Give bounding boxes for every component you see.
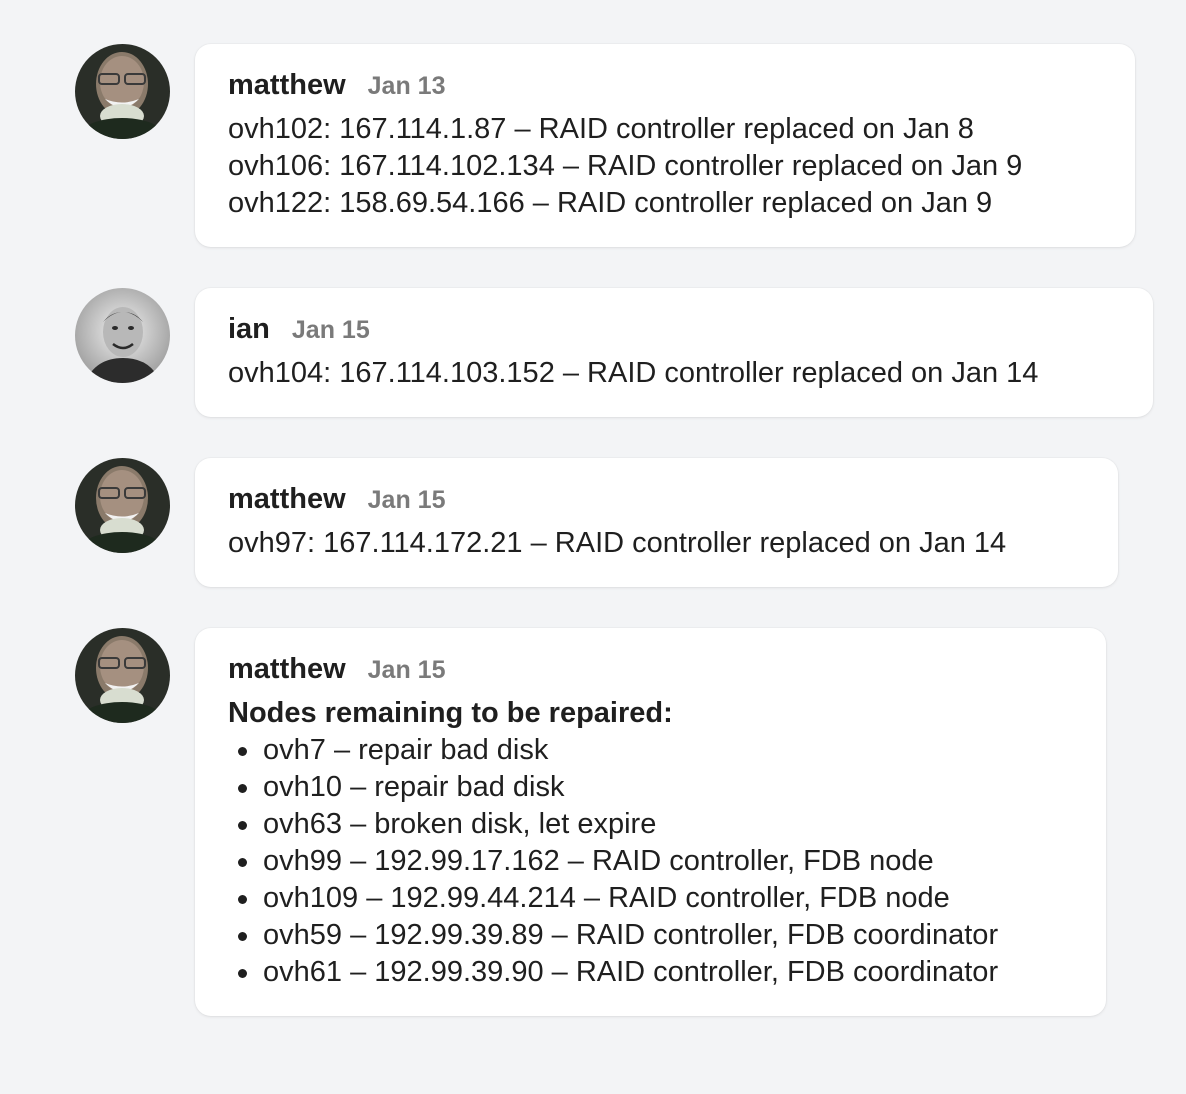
node-list: ovh7 – repair bad disk ovh10 – repair ba…: [228, 732, 1074, 991]
list-heading: Nodes remaining to be repaired:: [228, 697, 673, 729]
message-line: ovh122: 158.69.54.166 – RAID controller …: [228, 187, 993, 219]
timestamp[interactable]: Jan 15: [368, 486, 446, 515]
list-item-text: ovh7 – repair bad disk: [263, 734, 549, 766]
list-item: ovh10 – repair bad disk: [228, 769, 1074, 806]
list-item: ovh61 – 192.99.39.90 – RAID controller, …: [228, 954, 1074, 991]
list-item-text: ovh63 – broken disk, let expire: [263, 808, 657, 840]
message-header: ian Jan 15: [228, 313, 1121, 349]
bullet-icon: [238, 969, 247, 978]
bullet-icon: [238, 858, 247, 867]
message-line: ovh97: 167.114.172.21 – RAID controller …: [228, 527, 1007, 559]
bullet-icon: [238, 747, 247, 756]
list-item: ovh59 – 192.99.39.89 – RAID controller, …: [228, 917, 1074, 954]
matthew-avatar[interactable]: [75, 44, 170, 139]
message-header: matthew Jan 15: [228, 653, 1074, 689]
list-item: ovh63 – broken disk, let expire: [228, 806, 1074, 843]
timestamp[interactable]: Jan 13: [368, 72, 446, 101]
message-bubble: matthew Jan 15 ovh97: 167.114.172.21 – R…: [195, 458, 1118, 587]
message-header: matthew Jan 13: [228, 69, 1103, 105]
bullet-icon: [238, 932, 247, 941]
list-item-text: ovh59 – 192.99.39.89 – RAID controller, …: [263, 919, 999, 951]
author-name[interactable]: matthew: [228, 483, 346, 516]
author-name[interactable]: matthew: [228, 69, 346, 102]
message-bubble: ian Jan 15 ovh104: 167.114.103.152 – RAI…: [195, 288, 1153, 417]
message-body: ovh102: 167.114.1.87 – RAID controller r…: [228, 111, 1103, 222]
timestamp[interactable]: Jan 15: [292, 316, 370, 345]
bullet-icon: [238, 895, 247, 904]
list-item: ovh109 – 192.99.44.214 – RAID controller…: [228, 880, 1074, 917]
message-line: ovh104: 167.114.103.152 – RAID controlle…: [228, 357, 1039, 389]
list-item-text: ovh10 – repair bad disk: [263, 771, 565, 803]
message-header: matthew Jan 15: [228, 483, 1086, 519]
list-item-text: ovh99 – 192.99.17.162 – RAID controller,…: [263, 845, 934, 877]
list-item-text: ovh61 – 192.99.39.90 – RAID controller, …: [263, 956, 999, 988]
bullet-icon: [238, 784, 247, 793]
matthew-avatar[interactable]: [75, 458, 170, 553]
author-name[interactable]: matthew: [228, 653, 346, 686]
message-body: ovh97: 167.114.172.21 – RAID controller …: [228, 525, 1086, 562]
matthew-avatar[interactable]: [75, 628, 170, 723]
message-body: ovh104: 167.114.103.152 – RAID controlle…: [228, 355, 1121, 392]
list-item-text: ovh109 – 192.99.44.214 – RAID controller…: [263, 882, 950, 914]
ian-avatar[interactable]: [75, 288, 170, 383]
list-item: ovh99 – 192.99.17.162 – RAID controller,…: [228, 843, 1074, 880]
message-line: ovh102: 167.114.1.87 – RAID controller r…: [228, 113, 974, 145]
timestamp[interactable]: Jan 15: [368, 656, 446, 685]
list-item: ovh7 – repair bad disk: [228, 732, 1074, 769]
message-line: ovh106: 167.114.102.134 – RAID controlle…: [228, 150, 1023, 182]
message-thread: matthew Jan 13 ovh102: 167.114.1.87 – RA…: [0, 0, 1186, 1094]
message-bubble: matthew Jan 15 Nodes remaining to be rep…: [195, 628, 1106, 1016]
author-name[interactable]: ian: [228, 313, 270, 346]
bullet-icon: [238, 821, 247, 830]
message-bubble: matthew Jan 13 ovh102: 167.114.1.87 – RA…: [195, 44, 1135, 247]
